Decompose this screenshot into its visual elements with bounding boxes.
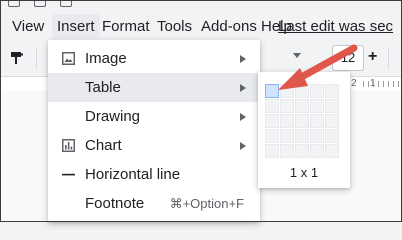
table-grid-cell[interactable] bbox=[280, 114, 294, 128]
menu-item-drawing[interactable]: Drawing bbox=[48, 102, 260, 131]
table-grid-cell[interactable] bbox=[310, 144, 324, 158]
menu-item-image[interactable]: Image bbox=[48, 44, 260, 73]
menu-item-label: Footnote bbox=[85, 195, 145, 212]
top-icon-strip bbox=[0, 0, 402, 10]
toolbar-divider bbox=[36, 48, 37, 70]
table-grid-cell[interactable] bbox=[325, 129, 339, 143]
menu-item-footnote[interactable]: Footnote ⌘+Option+F bbox=[48, 189, 260, 218]
table-grid-cell[interactable] bbox=[310, 114, 324, 128]
footnote-shortcut: ⌘+Option+F bbox=[169, 196, 244, 211]
menu-item-table[interactable]: Table bbox=[48, 73, 260, 102]
menu-item-label: Horizontal line bbox=[85, 166, 181, 183]
annotation-arrow-icon bbox=[278, 44, 358, 90]
table-grid-cell[interactable] bbox=[310, 99, 324, 113]
ruler-ticks bbox=[363, 81, 399, 87]
menu-tools[interactable]: Tools bbox=[157, 18, 192, 35]
table-size-label: 1 x 1 bbox=[289, 165, 319, 180]
table-grid-cell[interactable] bbox=[280, 99, 294, 113]
menu-view[interactable]: View bbox=[12, 18, 44, 35]
table-grid-cell[interactable] bbox=[295, 114, 309, 128]
table-grid-cell[interactable] bbox=[325, 99, 339, 113]
table-grid-cell[interactable] bbox=[295, 144, 309, 158]
move-icon[interactable] bbox=[34, 0, 46, 7]
chart-icon bbox=[62, 139, 75, 152]
table-grid-cell[interactable] bbox=[265, 129, 279, 143]
menu-bar: View Insert Format Tools Add-ons Help La… bbox=[0, 10, 402, 44]
table-grid-cell[interactable] bbox=[295, 99, 309, 113]
table-grid-cell[interactable] bbox=[265, 144, 279, 158]
menu-item-label: Chart bbox=[85, 137, 122, 154]
table-grid-cell[interactable] bbox=[325, 144, 339, 158]
submenu-arrow-icon bbox=[240, 142, 246, 150]
submenu-arrow-icon bbox=[240, 113, 246, 121]
table-grid-cell[interactable] bbox=[265, 99, 279, 113]
star-icon[interactable] bbox=[8, 0, 20, 7]
horizontal-line-icon bbox=[62, 173, 75, 176]
menu-item-label: Drawing bbox=[85, 108, 141, 125]
image-icon bbox=[62, 52, 75, 65]
menu-item-horizontal-line[interactable]: Horizontal line bbox=[48, 160, 260, 189]
table-grid-cell[interactable] bbox=[280, 144, 294, 158]
menu-item-label: Table bbox=[85, 79, 121, 96]
cloud-icon bbox=[60, 0, 72, 7]
menu-item-label: Image bbox=[85, 50, 127, 67]
table-grid-cell[interactable] bbox=[280, 129, 294, 143]
submenu-arrow-icon bbox=[240, 55, 246, 63]
paint-format-icon[interactable] bbox=[10, 51, 24, 65]
menu-item-chart[interactable]: Chart bbox=[48, 131, 260, 160]
table-grid-cell[interactable] bbox=[310, 129, 324, 143]
menu-format[interactable]: Format bbox=[102, 18, 150, 35]
toolbar-divider bbox=[388, 48, 389, 70]
last-edit-link[interactable]: Last edit was sec bbox=[278, 18, 393, 35]
submenu-arrow-icon bbox=[240, 84, 246, 92]
table-grid-cell[interactable] bbox=[265, 114, 279, 128]
insert-menu: Image Table Drawing Chart Horizontal lin… bbox=[48, 40, 260, 222]
table-grid-cell[interactable] bbox=[295, 129, 309, 143]
table-grid-cell[interactable] bbox=[325, 114, 339, 128]
menu-insert[interactable]: Insert bbox=[52, 14, 100, 39]
font-size-increase-button[interactable]: + bbox=[368, 48, 377, 66]
menu-add-ons[interactable]: Add-ons bbox=[201, 18, 257, 35]
